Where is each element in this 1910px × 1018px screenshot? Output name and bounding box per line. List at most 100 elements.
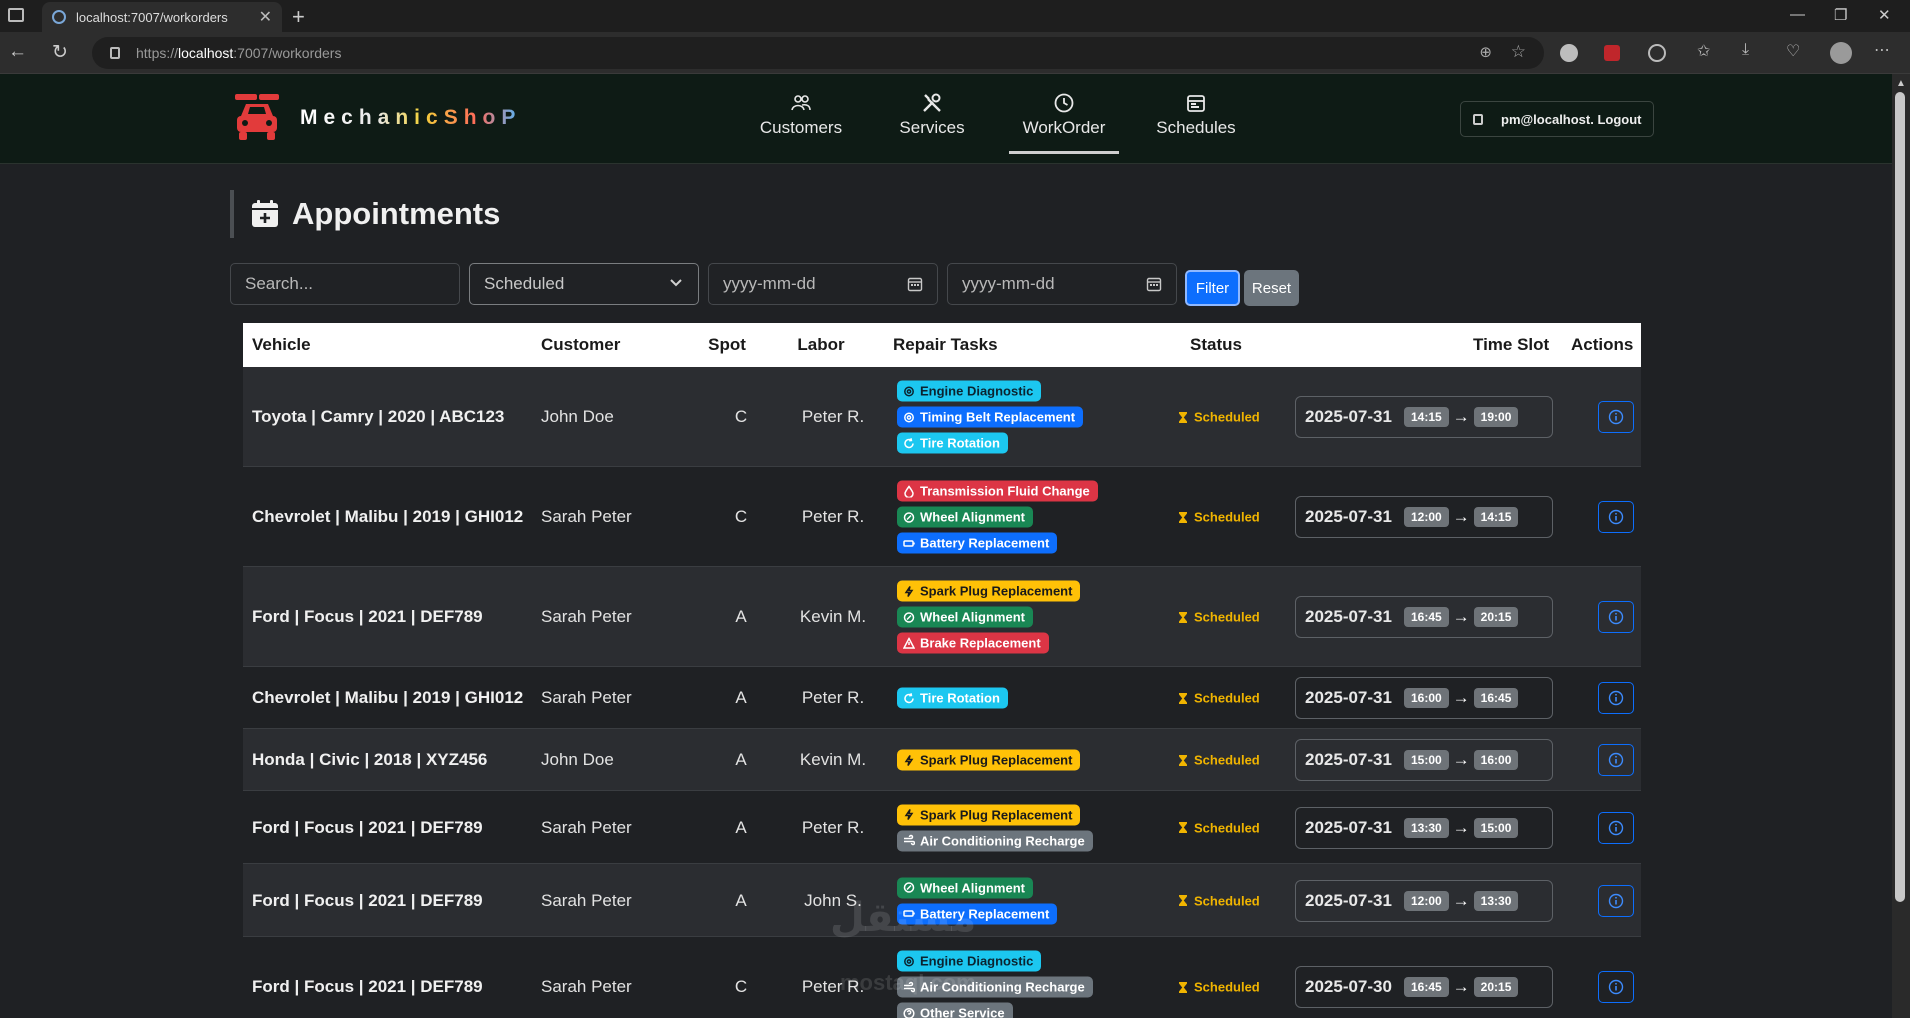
- search-input[interactable]: [245, 274, 459, 294]
- window-close-icon[interactable]: ✕: [1878, 6, 1891, 24]
- table-row: Chevrolet | Malibu | 2019 | GHI012 Sarah …: [243, 667, 1641, 729]
- favorite-star-icon[interactable]: ☆: [1511, 42, 1526, 62]
- customer-cell: Sarah Peter: [541, 817, 632, 837]
- date-to-input[interactable]: [962, 274, 1176, 294]
- task-badge: Engine Diagnostic: [897, 950, 1042, 972]
- info-button[interactable]: [1598, 744, 1634, 776]
- status-text: Scheduled: [1194, 893, 1260, 908]
- bolt-icon: [904, 585, 914, 597]
- info-icon: [1608, 609, 1624, 625]
- hourglass-icon: [1179, 895, 1187, 906]
- filter-button[interactable]: Filter: [1185, 270, 1240, 306]
- info-button[interactable]: [1598, 601, 1634, 633]
- nav-label: WorkOrder: [1022, 118, 1106, 137]
- status-badge: Scheduled: [1178, 753, 1260, 768]
- favorites-icon[interactable]: ✩: [1697, 41, 1715, 60]
- url-path: :7007/workorders: [233, 45, 342, 61]
- status-badge: Scheduled: [1178, 410, 1260, 425]
- wheel-icon: [903, 611, 915, 623]
- arrow-right-icon: →: [1452, 607, 1470, 626]
- status-select[interactable]: Scheduled: [469, 263, 699, 305]
- browser-tabbar: localhost:7007/workorders ✕ + — ❐ ✕: [0, 0, 1910, 32]
- scroll-up-icon[interactable]: ▲: [1896, 78, 1906, 89]
- time-slot: 2025-07-31 13:30 → 15:00: [1295, 806, 1553, 849]
- spot-cell: C: [734, 407, 748, 426]
- header-status: Status: [1190, 335, 1242, 354]
- nav-label: Customers: [759, 118, 843, 137]
- nav-services[interactable]: Services: [877, 92, 987, 154]
- watermark-url: mostaql.com: [840, 970, 976, 995]
- new-tab-button[interactable]: +: [292, 4, 305, 30]
- search-field[interactable]: [230, 263, 460, 305]
- slot-end: 13:30: [1473, 890, 1519, 911]
- status-text: Scheduled: [1194, 820, 1260, 835]
- reset-button[interactable]: Reset: [1244, 270, 1299, 306]
- profile-avatar[interactable]: [1830, 42, 1852, 64]
- info-button[interactable]: [1598, 811, 1634, 844]
- date-from-input[interactable]: [723, 274, 937, 294]
- brand-name[interactable]: MechanicShoP: [300, 106, 521, 130]
- task-label: Engine Diagnostic: [920, 953, 1034, 969]
- task-label: Tire Rotation: [920, 435, 1000, 451]
- ublock-icon[interactable]: [1604, 45, 1620, 61]
- status-text: Scheduled: [1194, 979, 1260, 995]
- task-label: Air Conditioning Recharge: [920, 833, 1085, 848]
- reload-icon[interactable]: ↻: [52, 41, 68, 64]
- url-field[interactable]: https://localhost:7007/workorders ⊕ ☆: [92, 37, 1544, 69]
- date-to-field[interactable]: [947, 263, 1177, 305]
- slot-end: 16:00: [1473, 750, 1519, 770]
- restore-icon[interactable]: ❐: [1834, 6, 1847, 24]
- globe-icon: [52, 10, 66, 24]
- rotate-icon: [904, 437, 914, 448]
- car-logo-icon: [235, 94, 279, 140]
- info-button[interactable]: [1598, 401, 1634, 433]
- close-tab-icon[interactable]: ✕: [259, 7, 272, 27]
- back-icon[interactable]: ←: [8, 41, 27, 63]
- info-button[interactable]: [1598, 682, 1634, 714]
- nav-schedules[interactable]: Schedules: [1141, 92, 1251, 154]
- browser-tab[interactable]: localhost:7007/workorders ✕: [42, 2, 282, 32]
- status-badge: Scheduled: [1178, 820, 1260, 835]
- nav-customers[interactable]: Customers: [746, 92, 856, 154]
- heartbeat-icon[interactable]: ♡: [1786, 41, 1804, 60]
- task-label: Battery Replacement: [920, 535, 1050, 551]
- repair-tasks-cell: Spark Plug Replacement Wheel Alignment Bra…: [897, 580, 1081, 654]
- task-label: Timing Belt Replacement: [920, 409, 1076, 425]
- slot-start: 12:00: [1403, 507, 1449, 527]
- arrow-right-icon: →: [1452, 750, 1470, 769]
- info-button[interactable]: [1598, 501, 1634, 533]
- table-row: Ford | Focus | 2021 | DEF789 Sarah Peter A…: [243, 567, 1641, 667]
- tools-icon: [923, 93, 941, 112]
- calendar-icon[interactable]: [1146, 276, 1162, 292]
- calendar-icon[interactable]: [907, 276, 923, 292]
- hourglass-icon: [1179, 692, 1187, 704]
- status-text: Scheduled: [1194, 509, 1260, 525]
- gear-icon: [904, 386, 914, 396]
- slot-date: 2025-07-31: [1305, 688, 1392, 707]
- date-from-field[interactable]: [708, 263, 938, 305]
- task-badge: Battery Replacement: [897, 532, 1058, 554]
- more-menu-icon[interactable]: ⋯: [1874, 40, 1892, 59]
- page-title-text: Appointments: [292, 196, 501, 231]
- extension-icon[interactable]: [1560, 44, 1578, 62]
- status-text: Scheduled: [1194, 690, 1260, 706]
- task-label: Wheel Alignment: [920, 609, 1025, 625]
- info-button[interactable]: [1598, 971, 1634, 1003]
- slot-end: 14:15: [1473, 507, 1519, 527]
- time-slot: 2025-07-31 15:00 → 16:00: [1295, 739, 1553, 781]
- zoom-icon[interactable]: ⊕: [1479, 43, 1492, 61]
- customer-cell: John Doe: [541, 407, 614, 426]
- vehicle-cell: Ford | Focus | 2021 | DEF789: [252, 890, 483, 910]
- vehicle-cell: Honda | Civic | 2018 | XYZ456: [252, 750, 488, 769]
- logout-button[interactable]: pm@localhost. Logout: [1460, 101, 1654, 137]
- downloads-icon[interactable]: ⤓: [1742, 41, 1760, 59]
- scrollbar-thumb[interactable]: [1895, 92, 1905, 902]
- task-badge: Spark Plug Replacement: [897, 580, 1081, 602]
- info-button[interactable]: [1598, 884, 1634, 917]
- task-label: Wheel Alignment: [920, 509, 1025, 525]
- extensions-icon[interactable]: [1648, 44, 1666, 62]
- nav-workorder[interactable]: WorkOrder: [1009, 92, 1119, 154]
- repair-tasks-cell: Engine Diagnostic Timing Belt Replacement…: [897, 380, 1084, 454]
- minimize-icon[interactable]: —: [1790, 6, 1805, 23]
- sidebar-toggle-icon[interactable]: [8, 8, 24, 22]
